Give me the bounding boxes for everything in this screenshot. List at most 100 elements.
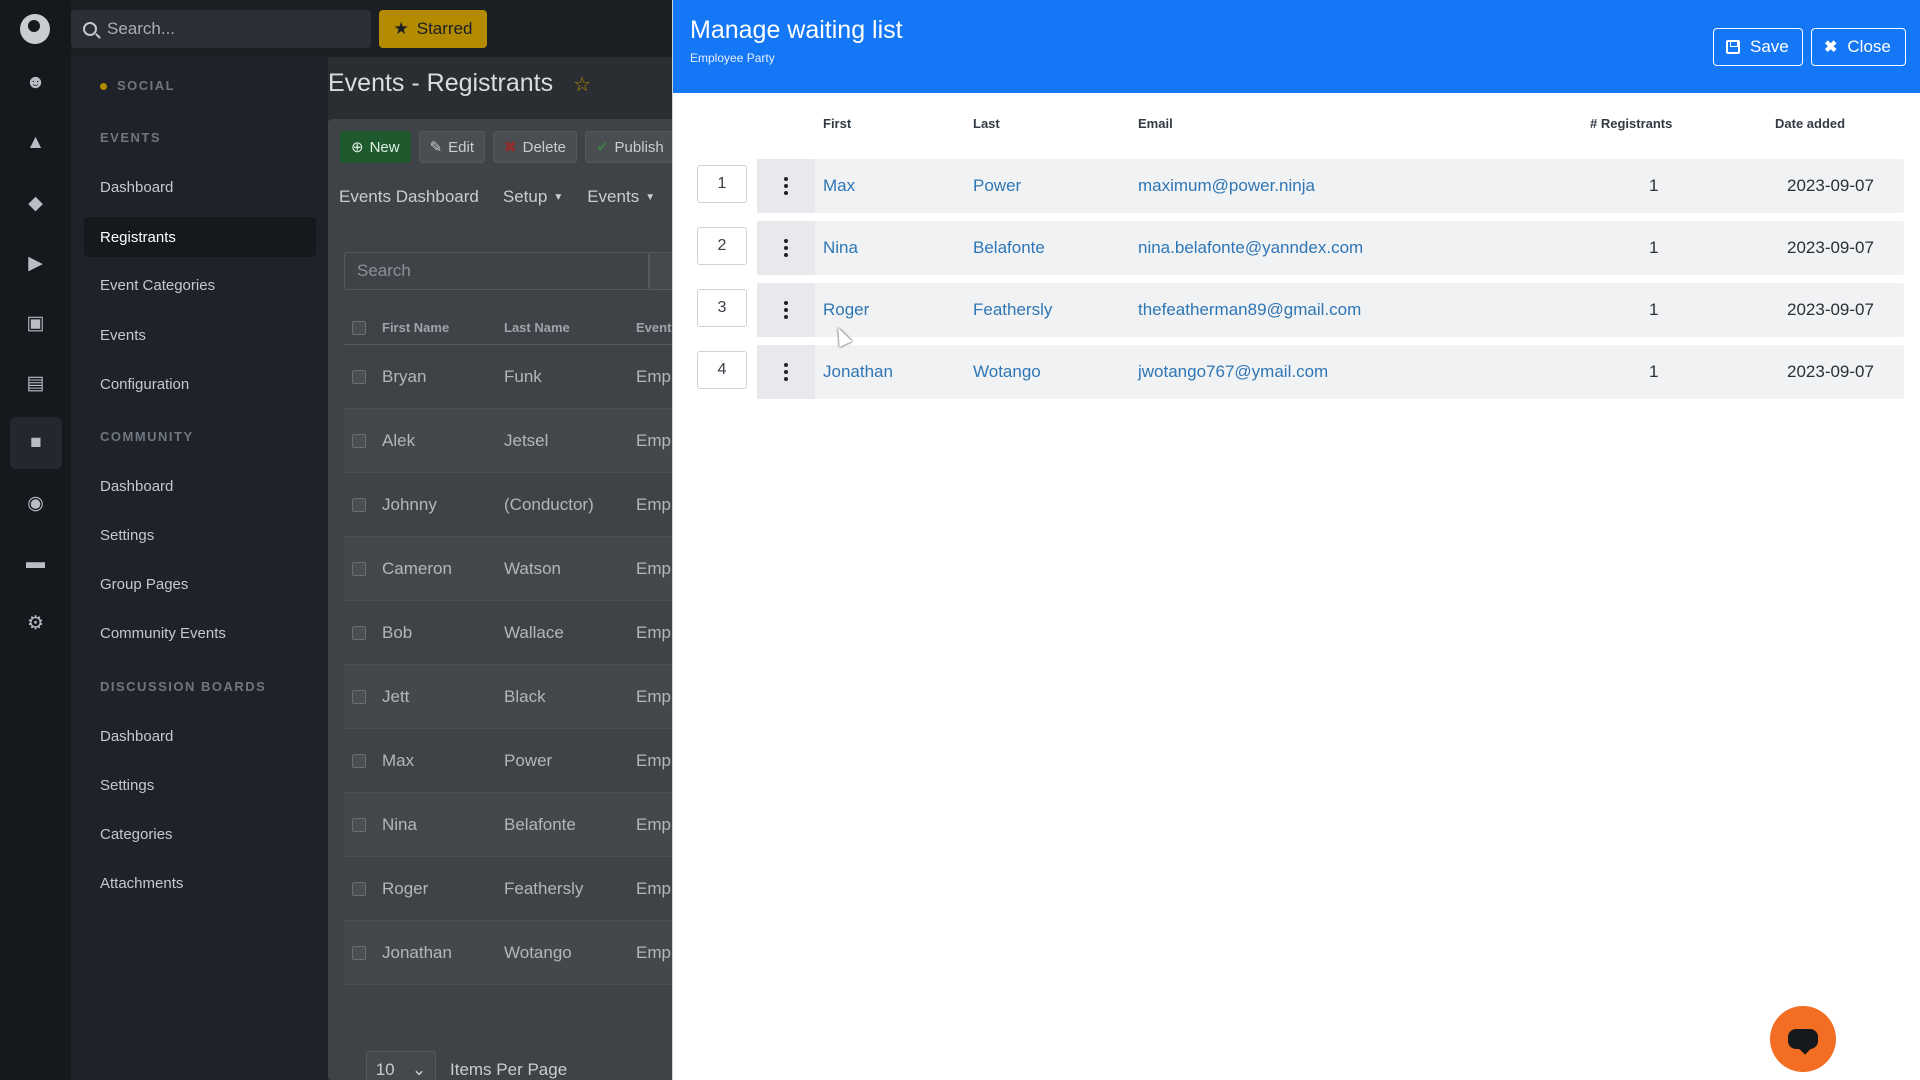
column-first-name[interactable]: First Name bbox=[382, 320, 504, 335]
table-row[interactable]: Jett Black Empl bbox=[344, 665, 672, 729]
first-name-link[interactable]: Jonathan bbox=[823, 345, 893, 399]
first-name-link[interactable]: Nina bbox=[823, 221, 858, 275]
logo-icon[interactable] bbox=[20, 14, 50, 44]
email-link[interactable]: maximum@power.ninja bbox=[1138, 159, 1315, 213]
drag-handle[interactable] bbox=[757, 159, 815, 213]
registrants-panel: ⊕ New ✎ Edit ✖ Delete ✔ Publish Events Dashb… bbox=[328, 119, 672, 1080]
global-search-input[interactable]: Search... bbox=[71, 10, 371, 48]
email-link[interactable]: thefeatherman89@gmail.com bbox=[1138, 283, 1361, 337]
sidebar-item-community-dashboard[interactable]: Dashboard bbox=[84, 466, 316, 506]
delete-button[interactable]: ✖ Delete bbox=[493, 131, 577, 163]
waiting-list-row: 2 Nina Belafonte nina.belafonte@yanndex.… bbox=[697, 221, 1904, 275]
position-input[interactable]: 4 bbox=[697, 351, 747, 389]
search-button[interactable] bbox=[649, 252, 672, 290]
tab-events-dashboard[interactable]: Events Dashboard bbox=[339, 187, 479, 207]
edit-label: Edit bbox=[448, 138, 475, 156]
save-label: Save bbox=[1750, 37, 1789, 56]
column-event[interactable]: Event bbox=[636, 320, 672, 335]
table-row[interactable]: Johnny (Conductor) Empl bbox=[344, 473, 672, 537]
items-per-page-select[interactable]: 10 ⌄ bbox=[366, 1051, 436, 1080]
favorite-star-icon[interactable]: ☆ bbox=[573, 74, 591, 96]
sidebar-item-configuration[interactable]: Configuration bbox=[84, 364, 316, 404]
caret-down-icon: ▼ bbox=[645, 192, 656, 204]
first-name-cell: Bob bbox=[382, 622, 413, 642]
row-checkbox[interactable] bbox=[352, 625, 366, 640]
ticket-icon[interactable]: ▣ bbox=[0, 297, 71, 349]
tab-events[interactable]: Events ▼ bbox=[587, 187, 655, 207]
table-row[interactable]: Jonathan Wotango Empl bbox=[344, 921, 672, 985]
column-last-name[interactable]: Last Name bbox=[504, 320, 636, 335]
sidebar-item-group-pages[interactable]: Group Pages bbox=[84, 564, 316, 604]
tab-setup[interactable]: Setup ▼ bbox=[503, 187, 563, 207]
table-row[interactable]: Max Power Empl bbox=[344, 729, 672, 793]
select-all-checkbox[interactable] bbox=[352, 320, 366, 335]
column-last: Last bbox=[973, 116, 1000, 131]
last-name-link[interactable]: Feathersly bbox=[973, 283, 1052, 337]
row-checkbox[interactable] bbox=[352, 881, 366, 896]
row-checkbox[interactable] bbox=[352, 945, 366, 960]
last-name-link[interactable]: Wotango bbox=[973, 345, 1041, 399]
table-row[interactable]: Roger Feathersly Empl bbox=[344, 857, 672, 921]
sidebar-item-community-settings[interactable]: Settings bbox=[84, 515, 316, 555]
drag-handle[interactable] bbox=[757, 345, 815, 399]
table-row[interactable]: Bryan Funk Empl bbox=[344, 345, 672, 409]
row-checkbox[interactable] bbox=[352, 433, 366, 448]
drag-handle[interactable] bbox=[757, 283, 815, 337]
megaphone-icon[interactable]: ▶ bbox=[0, 237, 71, 289]
first-name-cell: Jett bbox=[382, 686, 410, 706]
email-link[interactable]: jwotango767@ymail.com bbox=[1138, 345, 1328, 399]
table-row[interactable]: Cameron Watson Empl bbox=[344, 537, 672, 601]
row-checkbox[interactable] bbox=[352, 689, 366, 704]
sidebar-item-events-dashboard[interactable]: Dashboard bbox=[84, 167, 316, 207]
close-label: Close bbox=[1847, 37, 1891, 56]
drag-handle[interactable] bbox=[757, 221, 815, 275]
publish-button[interactable]: ✔ Publish bbox=[584, 131, 672, 163]
sidebar-item-event-categories[interactable]: Event Categories bbox=[84, 265, 316, 305]
position-input[interactable]: 3 bbox=[697, 289, 747, 327]
last-name-cell: (Conductor) bbox=[504, 494, 594, 514]
check-icon: ✔ bbox=[595, 139, 609, 156]
last-name-link[interactable]: Power bbox=[973, 159, 1021, 213]
position-input[interactable]: 2 bbox=[697, 227, 747, 265]
last-name-link[interactable]: Belafonte bbox=[973, 221, 1045, 275]
sidebar-item-attachments[interactable]: Attachments bbox=[84, 863, 316, 903]
tab-events-label: Events bbox=[587, 187, 640, 206]
row-checkbox[interactable] bbox=[352, 753, 366, 768]
nav-section-social[interactable]: SOCIAL bbox=[100, 78, 175, 93]
row-checkbox[interactable] bbox=[352, 497, 366, 512]
chat-icon[interactable]: ■ bbox=[10, 417, 62, 469]
sidebar-item-events[interactable]: Events bbox=[84, 315, 316, 355]
new-button[interactable]: ⊕ New bbox=[340, 131, 411, 163]
chart-icon[interactable]: ▤ bbox=[0, 357, 71, 409]
table-row[interactable]: Bob Wallace Empl bbox=[344, 601, 672, 665]
items-per-page-label: Items Per Page bbox=[450, 1060, 568, 1079]
starred-button[interactable]: ★ Starred bbox=[379, 10, 487, 48]
row-checkbox[interactable] bbox=[352, 817, 366, 832]
shapes-icon[interactable]: ▲ bbox=[0, 117, 71, 169]
position-input[interactable]: 1 bbox=[697, 165, 747, 203]
gear-icon[interactable]: ⚙ bbox=[0, 597, 71, 649]
row-checkbox[interactable] bbox=[352, 561, 366, 576]
sidebar-item-community-events[interactable]: Community Events bbox=[84, 613, 316, 653]
chat-widget-button[interactable] bbox=[1770, 1006, 1836, 1072]
table-row[interactable]: Alek Jetsel Empl bbox=[344, 409, 672, 473]
close-button[interactable]: ✖ Close bbox=[1811, 28, 1906, 66]
save-button[interactable]: Save bbox=[1713, 28, 1803, 66]
sidebar-item-categories[interactable]: Categories bbox=[84, 814, 316, 854]
graduation-cap-icon[interactable]: ◆ bbox=[0, 177, 71, 229]
last-name-cell: Funk bbox=[504, 366, 542, 386]
email-link[interactable]: nina.belafonte@yanndex.com bbox=[1138, 221, 1363, 275]
sidebar-item-discussion-dashboard[interactable]: Dashboard bbox=[84, 716, 316, 756]
registrants-search-input[interactable]: Search bbox=[344, 252, 649, 290]
first-name-cell: Max bbox=[382, 750, 415, 770]
card-icon[interactable]: ▬ bbox=[0, 537, 71, 589]
sidebar-item-registrants[interactable]: Registrants bbox=[84, 217, 316, 257]
close-icon: ✖ bbox=[1824, 39, 1838, 56]
palette-icon[interactable]: ◉ bbox=[0, 477, 71, 529]
first-name-link[interactable]: Max bbox=[823, 159, 855, 213]
sidebar-item-discussion-settings[interactable]: Settings bbox=[84, 765, 316, 805]
users-icon[interactable]: ☻ bbox=[0, 57, 71, 109]
row-checkbox[interactable] bbox=[352, 369, 366, 384]
table-row[interactable]: Nina Belafonte Empl bbox=[344, 793, 672, 857]
edit-button[interactable]: ✎ Edit bbox=[418, 131, 486, 163]
